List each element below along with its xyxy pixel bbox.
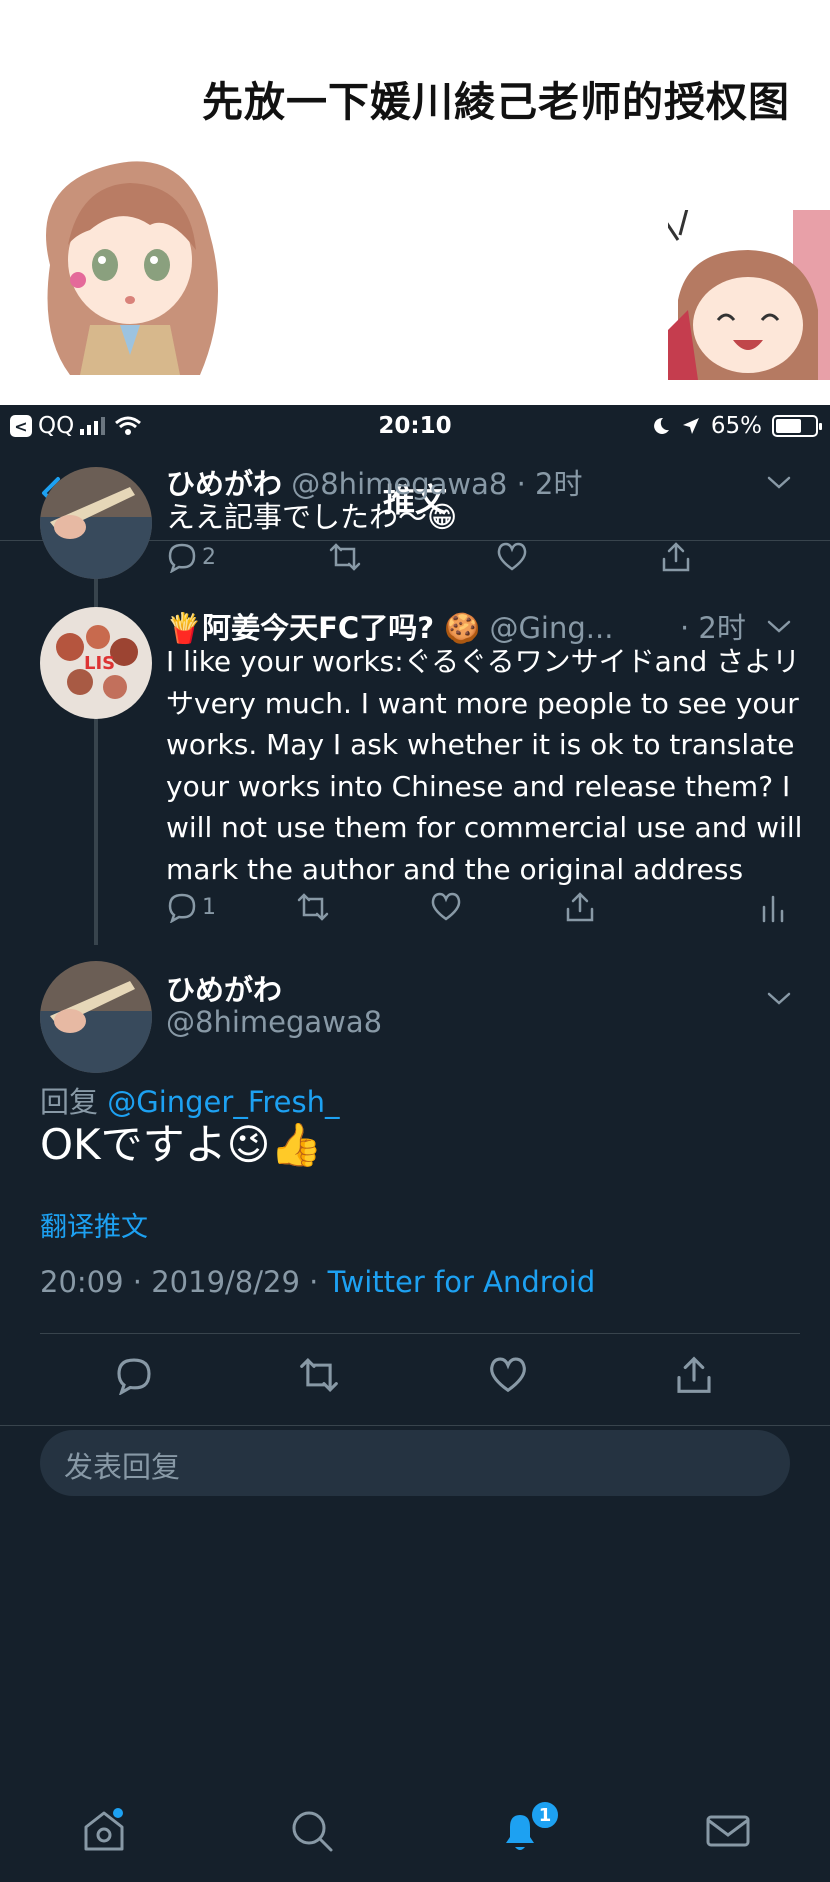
chevron-down-icon[interactable] bbox=[764, 473, 794, 493]
display-name[interactable]: ひめがわ bbox=[166, 467, 282, 501]
share-button[interactable] bbox=[660, 541, 692, 573]
like-button[interactable] bbox=[496, 541, 528, 571]
chevron-down-icon[interactable] bbox=[764, 989, 794, 1009]
heart-icon bbox=[497, 542, 527, 571]
share-icon bbox=[677, 1356, 711, 1393]
battery-percent: 65% bbox=[710, 413, 762, 439]
share-button[interactable] bbox=[564, 891, 596, 923]
reply-count: 1 bbox=[202, 894, 216, 920]
anime-girl-laughing-illustration bbox=[668, 210, 830, 380]
user-handle[interactable]: @Ging... bbox=[489, 611, 613, 645]
tweet-meta: 20:09 · 2019/8/29 · Twitter for Android bbox=[40, 1265, 595, 1299]
tweet-text: ええ記事でしたわ〜😁 bbox=[166, 500, 458, 534]
reply-icon bbox=[168, 893, 196, 923]
like-button[interactable] bbox=[430, 891, 462, 921]
display-name[interactable]: 🍟阿姜今天FC了吗? 🍪 bbox=[166, 611, 480, 645]
main-tweet-actions bbox=[0, 1355, 830, 1399]
separator: · bbox=[516, 467, 526, 501]
reply-button[interactable]: 1 bbox=[166, 891, 216, 923]
translate-link[interactable]: 翻译推文 bbox=[40, 1205, 148, 1244]
share-button[interactable] bbox=[674, 1355, 714, 1395]
home-icon[interactable] bbox=[80, 1807, 128, 1855]
reply-icon bbox=[168, 543, 196, 573]
retweet-button[interactable] bbox=[298, 1355, 340, 1395]
divider bbox=[40, 1333, 800, 1334]
main-user-handle[interactable]: @8himegawa8 bbox=[166, 1005, 382, 1039]
thread-line bbox=[94, 705, 98, 945]
reply-button[interactable]: 2 bbox=[166, 541, 216, 573]
banner-title: 先放一下媛川綾己老师的授权图 bbox=[202, 78, 790, 126]
reply-prefix: 回复 bbox=[40, 1085, 99, 1119]
avatar[interactable]: LIS bbox=[40, 607, 152, 719]
tweet-source-link[interactable]: Twitter for Android bbox=[328, 1265, 596, 1299]
tweet-text: I like your works:ぐるぐるワンサイドand さよリサvery … bbox=[166, 645, 803, 886]
banner: 先放一下媛川綾己老师的授权图 bbox=[0, 0, 830, 405]
avatar[interactable] bbox=[40, 961, 152, 1073]
tweet-actions: 1 bbox=[166, 891, 796, 931]
avatar-image bbox=[40, 961, 152, 1073]
divider bbox=[0, 1425, 830, 1426]
twitter-screen: < QQ 20:10 65% 推文 ひめがわ @8himegawa8 · 2时 … bbox=[0, 405, 830, 1882]
share-icon bbox=[566, 892, 594, 922]
tweet-actions: 2 bbox=[166, 541, 766, 581]
svg-text:LIS: LIS bbox=[84, 653, 115, 674]
analytics-icon bbox=[762, 895, 784, 923]
retweet-button[interactable] bbox=[328, 541, 362, 573]
reply-placeholder: 发表回复 bbox=[64, 1450, 181, 1484]
share-icon bbox=[662, 542, 690, 572]
main-tweet-text: OKですよ😉👍 bbox=[40, 1120, 323, 1169]
avatar-image bbox=[40, 467, 152, 579]
user-handle[interactable]: @8himegawa8 bbox=[291, 467, 507, 501]
battery-icon bbox=[772, 415, 822, 437]
reply-to-link[interactable]: @Ginger_Fresh_ bbox=[107, 1085, 339, 1119]
reply-button[interactable] bbox=[114, 1355, 154, 1395]
tweet-datetime: 20:09 · 2019/8/29 · bbox=[40, 1265, 319, 1299]
analytics-button[interactable] bbox=[760, 891, 786, 923]
avatar[interactable] bbox=[40, 467, 152, 579]
moon-icon bbox=[653, 417, 669, 434]
reply-input[interactable]: 发表回复 bbox=[40, 1430, 790, 1496]
location-arrow-icon bbox=[682, 418, 699, 434]
like-button[interactable] bbox=[488, 1355, 528, 1393]
main-display-name[interactable]: ひめがわ bbox=[166, 967, 282, 1009]
heart-icon bbox=[490, 1357, 526, 1393]
search-icon[interactable] bbox=[288, 1807, 336, 1855]
status-bar: < QQ 20:10 65% bbox=[0, 405, 830, 449]
reply-icon bbox=[117, 1358, 151, 1395]
tweet-time: 2时 bbox=[535, 467, 583, 501]
retweet-icon bbox=[300, 1357, 338, 1393]
notification-badge: 1 bbox=[530, 1800, 560, 1830]
retweet-button[interactable] bbox=[296, 891, 330, 923]
chevron-down-icon[interactable] bbox=[764, 617, 794, 637]
anime-girl-illustration bbox=[46, 161, 218, 375]
mail-icon[interactable] bbox=[704, 1807, 752, 1855]
heart-icon bbox=[431, 892, 461, 921]
reply-count: 2 bbox=[202, 544, 216, 570]
battery-level bbox=[776, 419, 801, 433]
retweet-icon bbox=[297, 893, 329, 921]
retweet-icon bbox=[329, 543, 361, 571]
avatar-image: LIS bbox=[40, 607, 152, 719]
